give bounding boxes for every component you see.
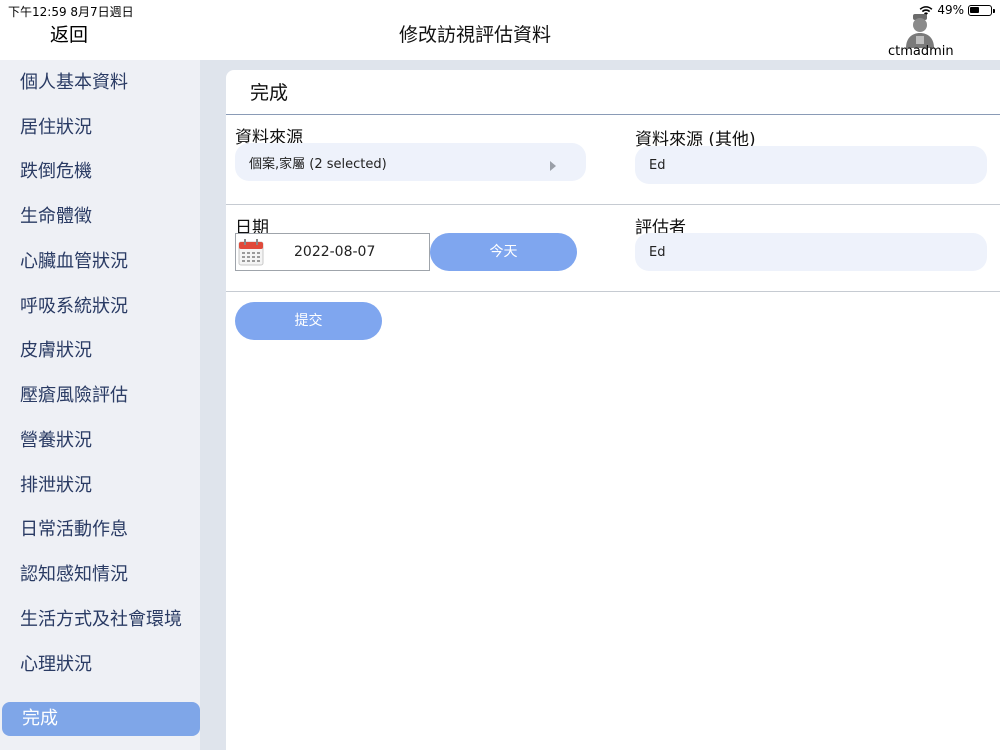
source-other-field[interactable]: Ed (635, 146, 987, 184)
nav-header: 返回 修改訪視評估資料 ctmadmin (0, 14, 1000, 60)
submit-button[interactable]: 提交 (235, 302, 382, 340)
status-time: 下午12:59 8月7日週日 (8, 5, 134, 19)
sidebar-item-vital-signs[interactable]: 生命體徵 (0, 200, 200, 234)
status-bar: 下午12:59 8月7日週日 49% (0, 0, 1000, 20)
date-field[interactable]: 2022-08-07 (235, 233, 430, 271)
battery-icon (968, 4, 995, 16)
section-title: 完成 (250, 82, 289, 104)
sidebar-item-nutrition[interactable]: 營養狀況 (0, 424, 200, 458)
sidebar-item-cognition[interactable]: 認知感知情況 (0, 558, 200, 592)
date-value: 2022-08-07 (294, 244, 376, 260)
caret-right-icon (550, 161, 556, 171)
source-other-value: Ed (649, 157, 666, 173)
assessor-field[interactable]: Ed (635, 233, 987, 271)
sidebar-item-pressure-sore[interactable]: 壓瘡風險評估 (0, 379, 200, 413)
username: ctmadmin (888, 44, 954, 59)
sidebar-item-complete[interactable]: 完成 (2, 702, 200, 736)
sidebar-item-living[interactable]: 居住狀況 (0, 111, 200, 145)
sidebar-item-excretion[interactable]: 排泄狀況 (0, 469, 200, 503)
user-menu[interactable]: ctmadmin (888, 12, 954, 59)
sidebar-item-cardiovascular[interactable]: 心臟血管狀況 (0, 245, 200, 279)
sidebar-item-daily-activity[interactable]: 日常活動作息 (0, 513, 200, 547)
row-divider (226, 291, 1000, 292)
sidebar-item-respiratory[interactable]: 呼吸系統狀況 (0, 290, 200, 324)
sidebar-item-fall-risk[interactable]: 跌倒危機 (0, 155, 200, 189)
battery-fill (970, 6, 979, 13)
sidebar: 個人基本資料 居住狀況 跌倒危機 生命體徵 心臟血管狀況 呼吸系統狀況 皮膚狀況… (0, 60, 200, 750)
row-divider (226, 204, 1000, 205)
nurse-avatar-icon (906, 14, 934, 48)
today-button[interactable]: 今天 (430, 233, 577, 271)
source-select[interactable]: 個案,家屬 (2 selected) (235, 143, 586, 181)
source-select-value: 個案,家屬 (2 selected) (249, 157, 387, 172)
sidebar-item-skin[interactable]: 皮膚狀況 (0, 334, 200, 368)
sidebar-item-lifestyle[interactable]: 生活方式及社會環境 (0, 603, 200, 637)
assessor-value: Ed (649, 244, 666, 260)
sidebar-item-basic-info[interactable]: 個人基本資料 (0, 66, 200, 100)
section-header: 完成 (226, 70, 1000, 115)
calendar-icon (238, 239, 264, 266)
form-panel: 完成 資料來源 個案,家屬 (2 selected) 資料來源 (其他) Ed … (226, 70, 1000, 750)
page-title: 修改訪視評估資料 (398, 24, 551, 46)
sidebar-item-psychology[interactable]: 心理狀況 (0, 648, 200, 682)
